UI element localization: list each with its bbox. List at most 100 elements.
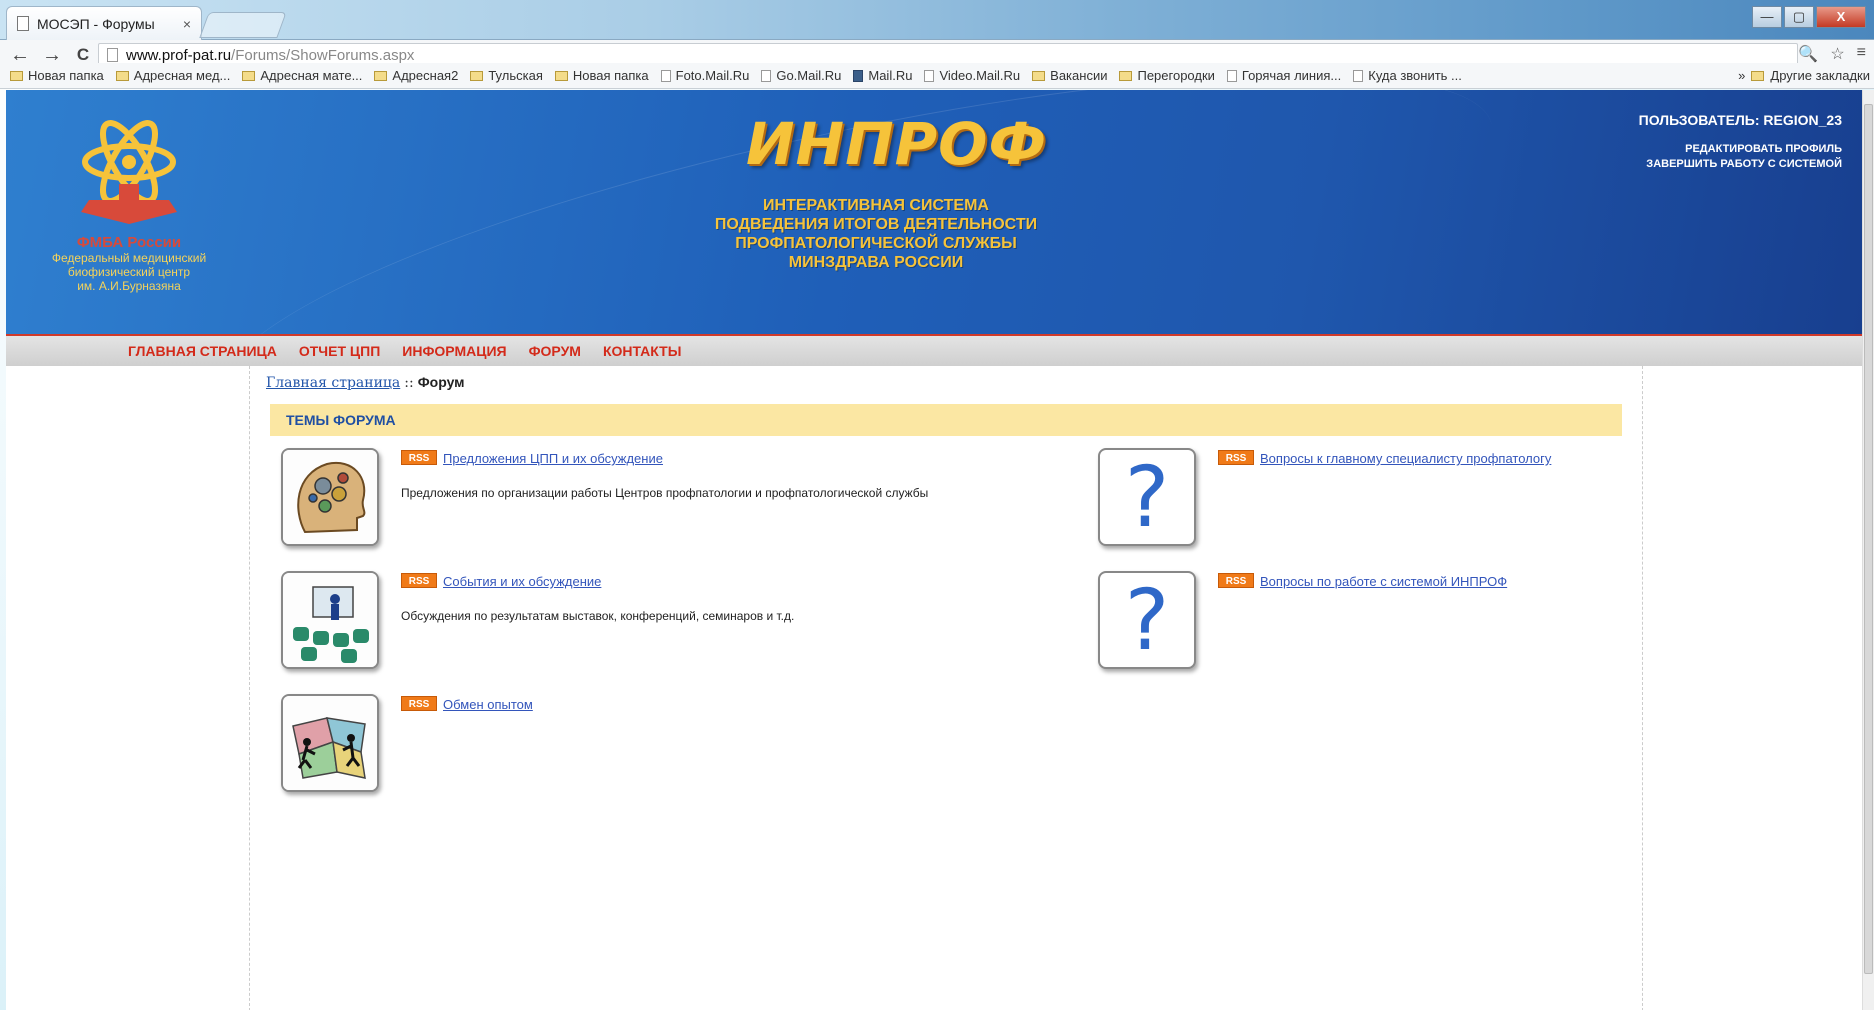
bookmark-label: Вакансии xyxy=(1050,68,1108,83)
back-button[interactable]: ← xyxy=(10,45,30,65)
close-window-button[interactable]: X xyxy=(1816,6,1866,28)
bookmark-item[interactable]: Video.Mail.Ru xyxy=(924,68,1020,83)
folder-icon xyxy=(1751,70,1765,81)
new-tab-button[interactable] xyxy=(199,12,287,38)
rss-icon[interactable]: RSS xyxy=(401,573,437,588)
bookmark-label: Адресная мате... xyxy=(260,68,363,83)
bookmark-item[interactable]: Адресная мате... xyxy=(242,68,362,83)
forum-title[interactable]: События и их обсуждение xyxy=(443,574,601,589)
bookmark-label: Адресная2 xyxy=(392,68,459,83)
forum-title[interactable]: Обмен опытом xyxy=(443,697,533,712)
logo-sub-2: биофизический центр xyxy=(67,265,191,279)
logo-org: ФМБА России xyxy=(76,234,182,251)
tab-close-icon[interactable]: × xyxy=(183,16,191,32)
rss-icon[interactable]: RSS xyxy=(401,696,437,711)
toolbar-right: 🔍 ☆ ≡ xyxy=(1798,44,1866,64)
forum-item: RSS События и их обсуждение Обсуждения п… xyxy=(281,571,1041,671)
bookmark-item[interactable]: Куда звонить ... xyxy=(1353,68,1462,83)
site-header: ФМБА России Федеральный медицинский биоф… xyxy=(6,90,1862,334)
browser-tab[interactable]: МОСЭП - Форумы × xyxy=(6,6,202,40)
maximize-button[interactable]: ▢ xyxy=(1784,6,1814,28)
url-path: /Forums/ShowForums.aspx xyxy=(231,46,415,64)
tagline-line: МИНЗДРАВА РОССИИ xyxy=(788,254,964,271)
question-mark: ? xyxy=(1124,571,1170,669)
bookmark-item[interactable]: Горячая линия... xyxy=(1226,68,1342,83)
page-icon xyxy=(761,69,772,82)
forward-button[interactable]: → xyxy=(42,45,62,65)
bookmark-item[interactable]: Mail.Ru xyxy=(853,68,912,83)
section-title: ТЕМЫ ФОРУМА xyxy=(270,404,1622,436)
bookmark-item[interactable]: Вакансии xyxy=(1032,68,1107,83)
page-icon xyxy=(660,69,671,82)
page-icon xyxy=(1353,69,1364,82)
mail-icon xyxy=(853,69,864,82)
breadcrumb-current: Форум xyxy=(417,374,465,390)
bookmark-item[interactable]: Тульская xyxy=(470,68,543,83)
bookmark-label: Адресная мед... xyxy=(133,68,231,83)
breadcrumb: Главная страница:: Форум xyxy=(266,374,465,391)
logout-link[interactable]: ЗАВЕРШИТЬ РАБОТУ С СИСТЕМОЙ xyxy=(1639,157,1842,172)
folder-icon xyxy=(115,70,129,81)
bookmark-label: Video.Mail.Ru xyxy=(939,68,1021,83)
forum-desc: Предложения по организации работы Центро… xyxy=(401,486,929,500)
nav-report[interactable]: ОТЧЕТ ЦПП xyxy=(299,343,380,359)
scrollbar-thumb[interactable] xyxy=(1864,104,1873,974)
bookmark-star-icon[interactable]: ☆ xyxy=(1830,44,1844,64)
bookmark-label: Горячая линия... xyxy=(1241,68,1342,83)
tagline-line: ПОДВЕДЕНИЯ ИТОГОВ ДЕЯТЕЛЬНОСТИ xyxy=(714,216,1038,233)
bookmark-item[interactable]: Go.Mail.Ru xyxy=(761,68,841,83)
rss-icon[interactable]: RSS xyxy=(401,450,437,465)
forum-item: ? RSS Вопросы к главному специалисту про… xyxy=(1098,448,1618,548)
nav-forum[interactable]: ФОРУМ xyxy=(529,343,581,359)
bookmark-item[interactable]: Новая папка xyxy=(554,68,649,83)
bookmark-item[interactable]: Foto.Mail.Ru xyxy=(660,68,749,83)
more-bookmarks-icon[interactable]: » xyxy=(1738,68,1745,83)
rss-icon[interactable]: RSS xyxy=(1218,573,1254,588)
zoom-icon[interactable]: 🔍 xyxy=(1798,44,1818,64)
other-bookmarks-label: Другие закладки xyxy=(1770,68,1870,83)
bookmark-label: Новая папка xyxy=(28,68,104,83)
folder-icon xyxy=(1119,70,1133,81)
tagline-line: ПРОФПАТОЛОГИЧЕСКОЙ СЛУЖБЫ xyxy=(735,235,1017,252)
conference-icon[interactable] xyxy=(281,571,379,669)
user-name: ПОЛЬЗОВАТЕЛЬ: REGION_23 xyxy=(1638,112,1842,128)
forum-title[interactable]: Вопросы по работе с системой ИНПРОФ xyxy=(1260,574,1507,589)
forum-item: RSS Обмен опытом xyxy=(281,694,1041,794)
bookmark-label: Тульская xyxy=(488,68,543,83)
question-icon[interactable]: ? xyxy=(1098,571,1196,669)
bookmark-item[interactable]: Адресная мед... xyxy=(115,68,231,83)
fmba-logo[interactable]: ФМБА России Федеральный медицинский биоф… xyxy=(34,112,224,312)
main-nav: ГЛАВНАЯ СТРАНИЦА ОТЧЕТ ЦПП ИНФОРМАЦИЯ ФО… xyxy=(6,334,1862,366)
bookmark-label: Mail.Ru xyxy=(868,68,913,83)
reload-button[interactable]: C xyxy=(74,45,92,65)
puzzle-people-icon[interactable] xyxy=(281,694,379,792)
head-gears-icon[interactable] xyxy=(281,448,379,546)
page-scrollbar[interactable] xyxy=(1862,90,1874,1010)
bookmark-item[interactable]: Перегородки xyxy=(1119,68,1215,83)
bookmark-item[interactable]: Новая папка xyxy=(10,68,104,83)
rss-icon[interactable]: RSS xyxy=(1218,450,1254,465)
folder-icon xyxy=(242,70,256,81)
page-viewport: ФМБА России Федеральный медицинский биоф… xyxy=(6,90,1862,1010)
edit-profile-link[interactable]: РЕДАКТИРОВАТЬ ПРОФИЛЬ xyxy=(1639,142,1842,157)
nav-contacts[interactable]: КОНТАКТЫ xyxy=(603,343,681,359)
question-icon[interactable]: ? xyxy=(1098,448,1196,546)
bookmark-label: Перегородки xyxy=(1137,68,1215,83)
nav-home[interactable]: ГЛАВНАЯ СТРАНИЦА xyxy=(128,343,277,359)
bookmarks-bar: Новая папка Адресная мед... Адресная мат… xyxy=(0,63,1874,89)
tab-title: МОСЭП - Форумы xyxy=(37,15,155,32)
window-controls: — ▢ X xyxy=(1752,6,1866,28)
menu-icon[interactable]: ≡ xyxy=(1857,44,1866,64)
forum-title[interactable]: Предложения ЦПП и их обсуждение xyxy=(443,451,663,466)
breadcrumb-home[interactable]: Главная страница xyxy=(266,375,400,391)
bookmark-item[interactable]: Адресная2 xyxy=(374,68,458,83)
forum-title[interactable]: Вопросы к главному специалисту профпатол… xyxy=(1260,451,1551,466)
nav-info[interactable]: ИНФОРМАЦИЯ xyxy=(402,343,506,359)
url-host: www.prof-pat.ru xyxy=(126,46,232,64)
page-icon xyxy=(1226,69,1237,82)
logo-sub-3: им. А.И.Бурназяна xyxy=(77,279,181,293)
question-mark: ? xyxy=(1124,448,1170,546)
folder-icon xyxy=(10,70,23,81)
minimize-button[interactable]: — xyxy=(1752,6,1782,28)
other-bookmarks[interactable]: » Другие закладки xyxy=(1730,68,1870,83)
